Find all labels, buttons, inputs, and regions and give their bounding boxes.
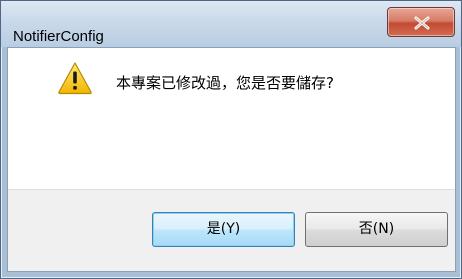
- dialog-window: NotifierConfig 本專案已修改過，您是否要儲存? 是(Y) 否(N): [0, 0, 462, 279]
- warning-icon: [58, 62, 92, 95]
- yes-button[interactable]: 是(Y): [152, 212, 295, 247]
- no-button[interactable]: 否(N): [305, 212, 448, 247]
- close-button[interactable]: [387, 7, 455, 37]
- window-title: NotifierConfig: [13, 28, 104, 45]
- close-icon: [414, 16, 430, 30]
- title-bar[interactable]: NotifierConfig: [1, 1, 461, 47]
- dialog-message: 本專案已修改過，您是否要儲存?: [116, 74, 334, 92]
